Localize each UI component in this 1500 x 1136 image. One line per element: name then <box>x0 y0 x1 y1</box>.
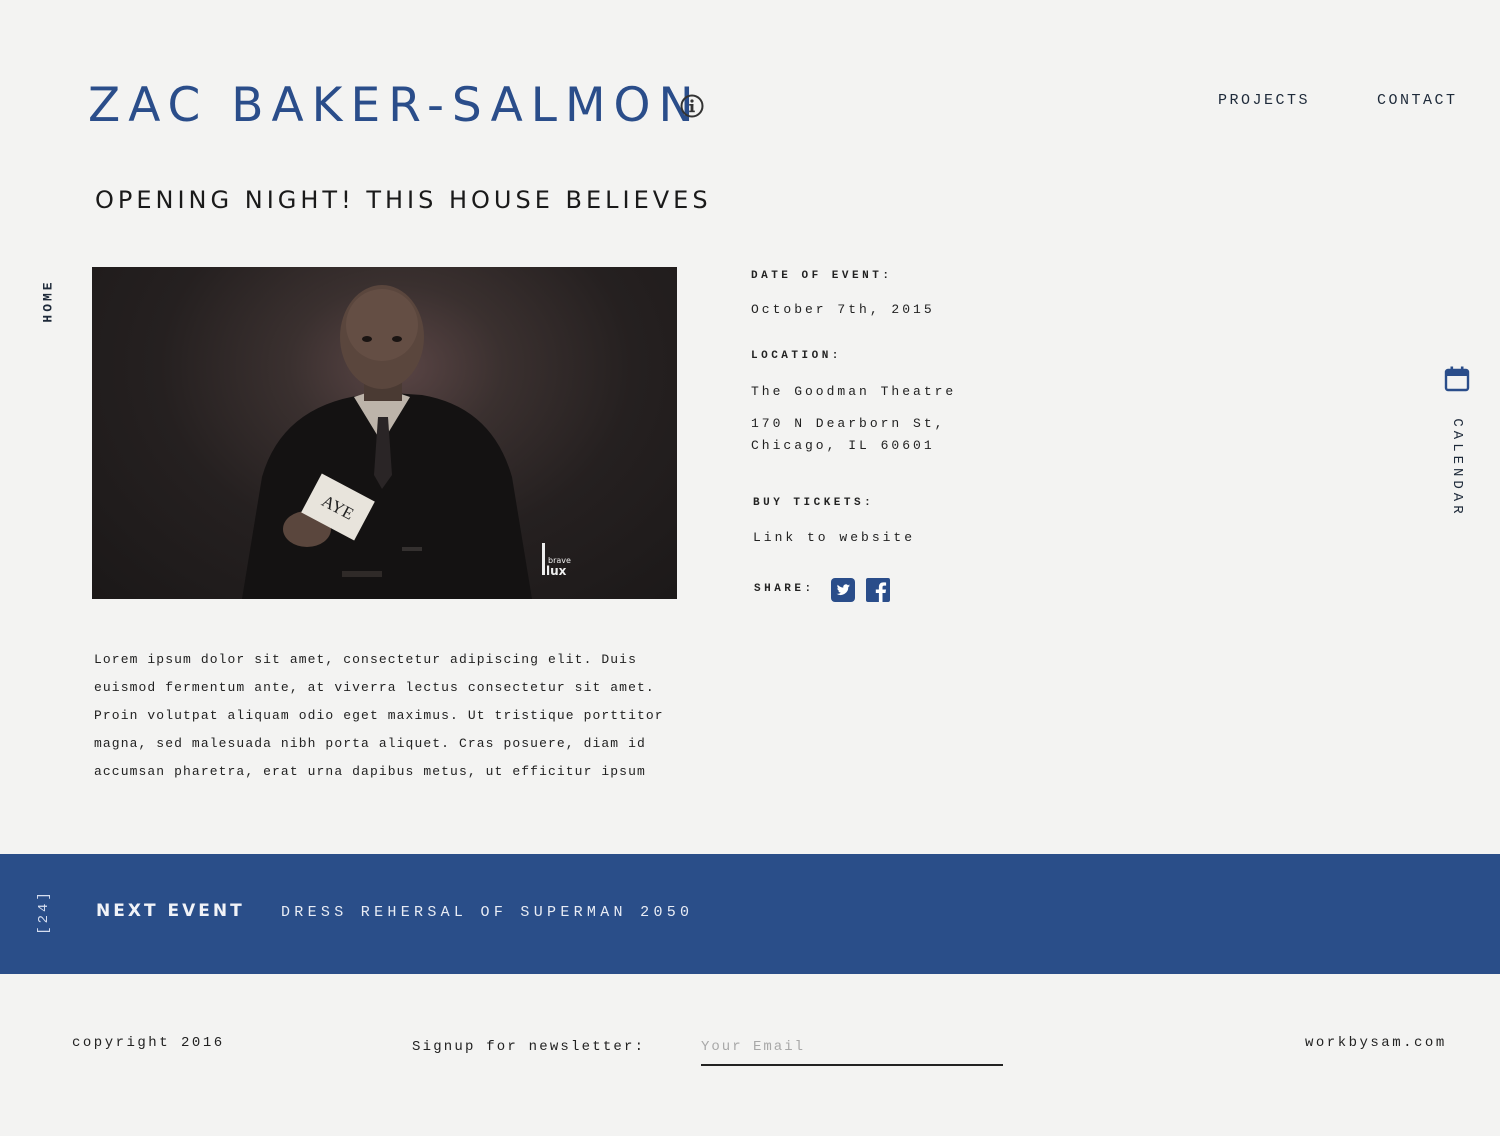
newsletter-email-input[interactable] <box>701 1030 1003 1066</box>
info-icon[interactable] <box>680 94 704 118</box>
event-photo: AYE brave lux <box>92 267 677 599</box>
site-link[interactable]: workbysam.com <box>1305 1035 1447 1051</box>
side-nav-home[interactable]: HOME <box>38 274 58 328</box>
event-counter: [24] <box>34 888 54 936</box>
nav-contact[interactable]: CONTACT <box>1377 92 1458 109</box>
event-description: Lorem ipsum dolor sit amet, consectetur … <box>94 646 694 786</box>
location-name: The Goodman Theatre <box>751 384 957 399</box>
nav-projects[interactable]: PROJECTS <box>1218 92 1310 109</box>
description-line: magna, sed malesuada nibh porta aliquet.… <box>94 736 646 751</box>
site-title[interactable]: ZAC BAKER-SALMON <box>88 78 702 134</box>
side-nav-calendar-label: CALENDAR <box>1449 418 1465 518</box>
newsletter-label: Signup for newsletter: <box>412 1039 646 1055</box>
date-label: DATE OF EVENT: <box>751 270 893 282</box>
address-line1: 170 N Dearborn St, <box>751 416 946 431</box>
photo-watermark-large: lux <box>546 564 567 578</box>
side-nav-home-label: HOME <box>40 279 56 323</box>
tickets-label: BUY TICKETS: <box>753 497 875 509</box>
description-line: Proin volutpat aliquam odio eget maximus… <box>94 708 664 723</box>
location-label: LOCATION: <box>751 350 842 362</box>
facebook-icon[interactable] <box>866 578 890 602</box>
share-label: SHARE: <box>754 583 815 595</box>
address-line2: Chicago, IL 60601 <box>751 438 935 453</box>
event-counter-label: [24] <box>36 889 52 935</box>
next-event-label: NEXT EVENT <box>96 901 245 921</box>
description-line: accumsan pharetra, erat urna dapibus met… <box>94 764 646 779</box>
side-nav-calendar[interactable]: CALENDAR <box>1446 412 1468 524</box>
next-event-link[interactable]: DRESS REHERSAL OF SUPERMAN 2050 <box>281 904 693 921</box>
tickets-link[interactable]: Link to website <box>753 530 915 545</box>
description-line: Lorem ipsum dolor sit amet, consectetur … <box>94 652 637 667</box>
event-title: OPENING NIGHT! THIS HOUSE BELIEVES <box>95 186 712 214</box>
twitter-icon[interactable] <box>831 578 855 602</box>
date-value: October 7th, 2015 <box>751 302 935 317</box>
calendar-icon[interactable] <box>1444 366 1470 392</box>
copyright: copyright 2016 <box>72 1035 225 1051</box>
description-line: euismod fermentum ante, at viverra lectu… <box>94 680 655 695</box>
